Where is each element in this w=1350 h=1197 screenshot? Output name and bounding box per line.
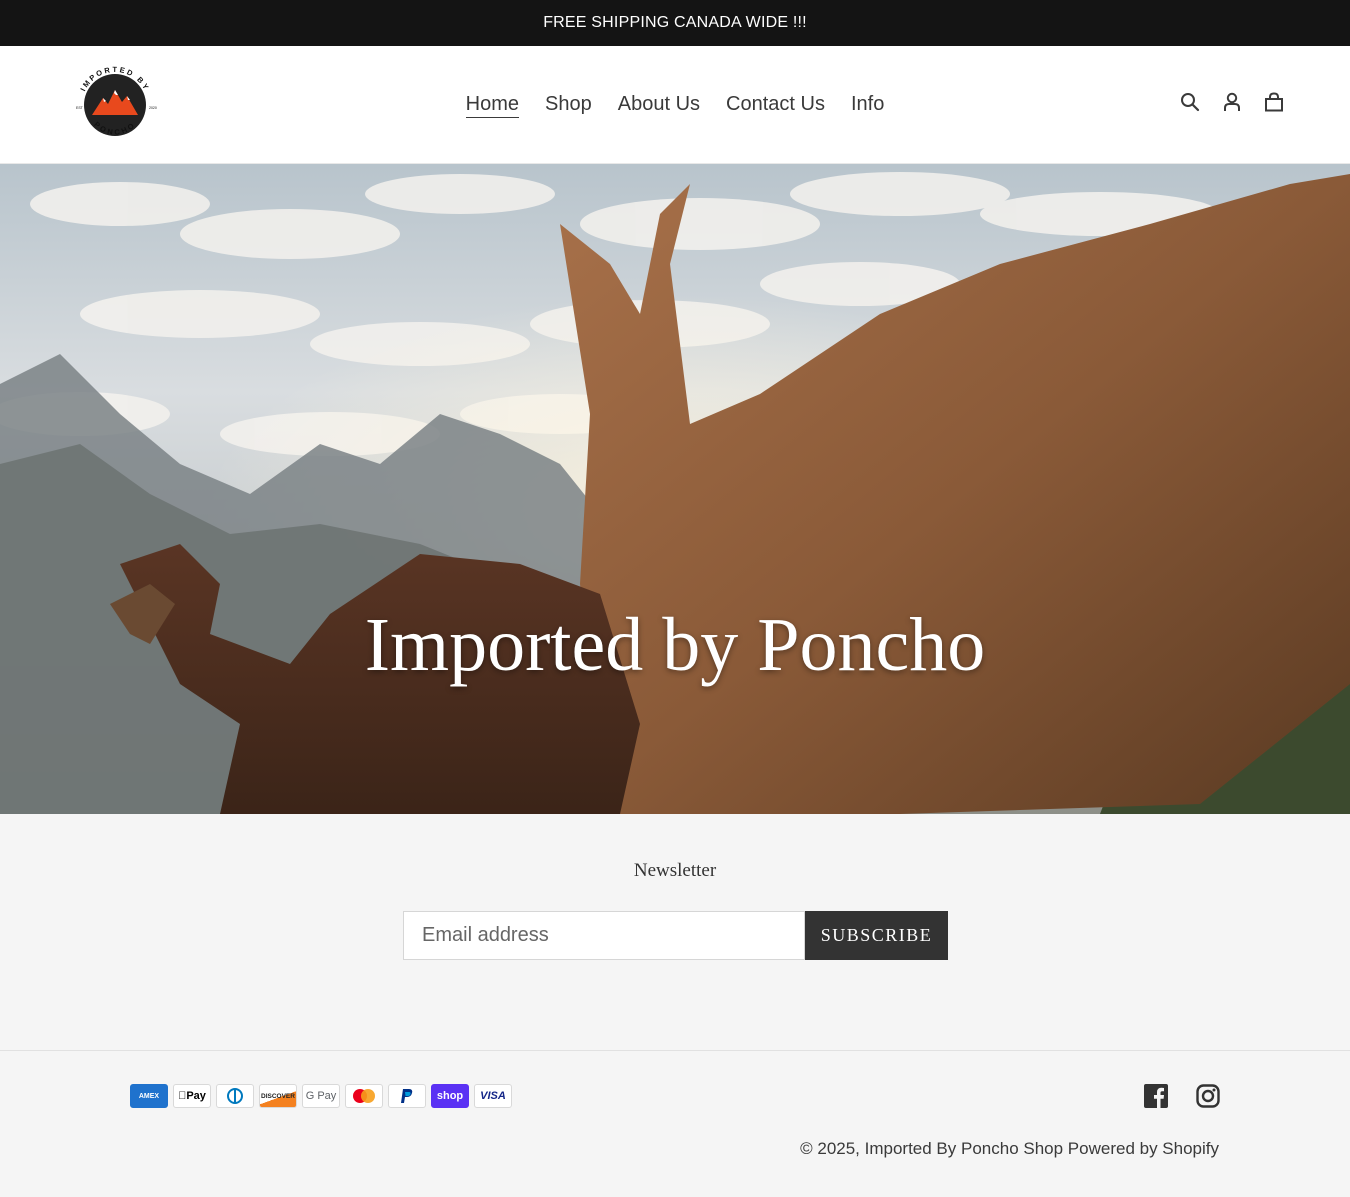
newsletter-title: Newsletter bbox=[633, 860, 717, 881]
nav-home[interactable]: Home bbox=[465, 93, 520, 118]
newsletter-section: Newsletter SUBSCRIBE bbox=[0, 814, 1350, 1050]
hero-banner: Imported by Poncho bbox=[0, 164, 1350, 814]
announcement-bar: FREE SHIPPING CANADA WIDE !!! bbox=[0, 0, 1350, 46]
hero-title: Imported by Poncho bbox=[364, 603, 986, 687]
shop-pay-icon: shop bbox=[431, 1084, 469, 1108]
visa-icon: VISA bbox=[474, 1084, 512, 1108]
search-icon[interactable] bbox=[1178, 90, 1202, 114]
svg-text:2020: 2020 bbox=[149, 106, 157, 110]
discover-icon: DISCOVER bbox=[259, 1084, 297, 1108]
email-input[interactable] bbox=[403, 911, 805, 960]
logo[interactable]: IMPORTED BY EST 2020 PONCHO bbox=[70, 62, 160, 148]
svg-text:EST: EST bbox=[76, 106, 84, 110]
hero-image bbox=[0, 164, 1350, 814]
cart-icon[interactable] bbox=[1262, 90, 1286, 114]
mastercard-logo bbox=[353, 1089, 375, 1103]
paypal-logo bbox=[401, 1089, 413, 1103]
copyright-text[interactable]: © 2025, Imported By Poncho Shop Powered … bbox=[800, 1139, 1219, 1159]
nav-info[interactable]: Info bbox=[851, 93, 884, 118]
account-icon[interactable] bbox=[1220, 90, 1244, 114]
announcement-text: FREE SHIPPING CANADA WIDE !!! bbox=[543, 14, 807, 31]
social-links bbox=[1144, 1084, 1220, 1113]
facebook-icon[interactable] bbox=[1144, 1084, 1168, 1113]
amex-icon: AMEX bbox=[130, 1084, 168, 1108]
nav-contact-us[interactable]: Contact Us bbox=[726, 93, 825, 118]
nav-shop[interactable]: Shop bbox=[545, 93, 592, 118]
nav-about-us[interactable]: About Us bbox=[618, 93, 700, 118]
subscribe-button[interactable]: SUBSCRIBE bbox=[805, 911, 948, 960]
main-nav: Home Shop About Us Contact Us Info bbox=[0, 46, 1350, 164]
payment-icons: AMEX Pay DISCOVER G Pay shop VISA bbox=[130, 1084, 512, 1108]
instagram-icon[interactable] bbox=[1196, 1084, 1220, 1113]
site-header: IMPORTED BY EST 2020 PONCHO Home Shop Ab… bbox=[0, 46, 1350, 164]
apple-pay-icon: Pay bbox=[173, 1084, 211, 1108]
paypal-icon bbox=[388, 1084, 426, 1108]
google-pay-icon: G Pay bbox=[302, 1084, 340, 1108]
diners-club-icon bbox=[216, 1084, 254, 1108]
diners-club-logo bbox=[227, 1088, 243, 1104]
site-footer: AMEX Pay DISCOVER G Pay shop VISA © 202… bbox=[0, 1050, 1350, 1197]
mastercard-icon bbox=[345, 1084, 383, 1108]
